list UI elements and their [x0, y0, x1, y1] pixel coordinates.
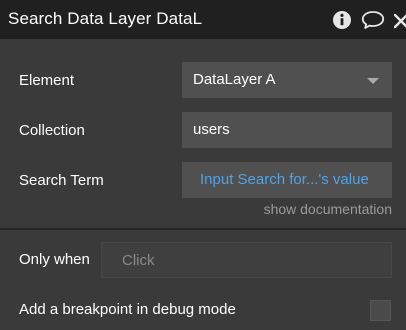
show-documentation-link[interactable]: show documentation: [264, 201, 392, 217]
element-dropdown-value: DataLayer A: [193, 71, 276, 88]
collection-field[interactable]: users: [182, 112, 392, 148]
close-icon[interactable]: [394, 10, 406, 30]
action-properties-panel: Search Data Layer DataL Element DataLaye…: [0, 0, 406, 330]
search-term-expression[interactable]: Input Search for...'s value: [200, 171, 369, 188]
section-divider: [0, 228, 406, 230]
panel-title: Search Data Layer DataL: [8, 9, 203, 28]
info-icon[interactable]: [332, 10, 352, 30]
search-term-label: Search Term: [19, 172, 104, 189]
search-term-field[interactable]: Input Search for...'s value: [182, 162, 392, 198]
element-dropdown[interactable]: DataLayer A: [182, 62, 392, 98]
only-when-label: Only when: [19, 251, 90, 268]
chat-bubble-icon[interactable]: [361, 10, 385, 30]
element-label: Element: [19, 72, 75, 89]
panel-header: Search Data Layer DataL: [0, 0, 406, 39]
breakpoint-checkbox[interactable]: [370, 300, 391, 321]
collection-value: users: [193, 121, 230, 138]
breakpoint-label: Add a breakpoint in debug mode: [19, 301, 236, 318]
collection-label: Collection: [19, 122, 85, 139]
only-when-input[interactable]: [101, 242, 392, 278]
chevron-down-icon: [367, 78, 379, 84]
